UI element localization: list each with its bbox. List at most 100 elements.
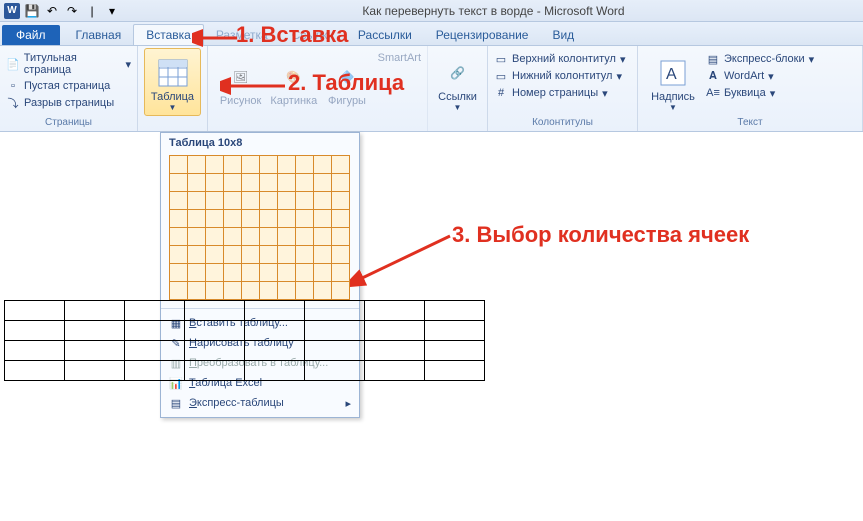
table-cell[interactable] [425,361,485,381]
table-cell[interactable] [305,321,365,341]
table-cell[interactable] [125,341,185,361]
dropdown-item[interactable]: ▤Экспресс-таблицы▸ [161,393,359,413]
grid-cell[interactable] [332,174,350,192]
grid-cell[interactable] [260,228,278,246]
save-icon[interactable]: 💾 [24,3,40,19]
table-cell[interactable] [65,301,125,321]
grid-cell[interactable] [332,282,350,300]
grid-cell[interactable] [260,174,278,192]
cover-page-button[interactable]: 📄 Титульная страница▾ [6,52,131,76]
grid-cell[interactable] [224,210,242,228]
table-cell[interactable] [365,341,425,361]
wordart-button[interactable]: 𝐀WordArt▾ [706,69,814,83]
grid-cell[interactable] [206,174,224,192]
grid-cell[interactable] [242,282,260,300]
grid-cell[interactable] [278,264,296,282]
grid-cell[interactable] [260,192,278,210]
grid-cell[interactable] [170,264,188,282]
grid-cell[interactable] [206,210,224,228]
grid-cell[interactable] [224,228,242,246]
table-cell[interactable] [185,301,245,321]
table-cell[interactable] [65,361,125,381]
grid-cell[interactable] [188,228,206,246]
grid-cell[interactable] [278,210,296,228]
tab-layout[interactable]: Разметка [204,25,280,45]
grid-cell[interactable] [224,264,242,282]
grid-cell[interactable] [314,174,332,192]
tab-mailings[interactable]: Рассылки [346,25,424,45]
table-cell[interactable] [125,361,185,381]
table-cell[interactable] [185,321,245,341]
redo-icon[interactable]: ↷ [64,3,80,19]
tab-home[interactable]: Главная [64,25,134,45]
grid-cell[interactable] [242,264,260,282]
table-cell[interactable] [5,361,65,381]
grid-cell[interactable] [260,264,278,282]
grid-cell[interactable] [242,246,260,264]
grid-cell[interactable] [332,228,350,246]
pagenum-button[interactable]: #Номер страницы▾ [494,86,625,100]
grid-cell[interactable] [314,228,332,246]
quickparts-button[interactable]: ▤Экспресс-блоки▾ [706,52,814,66]
grid-cell[interactable] [206,228,224,246]
grid-cell[interactable] [188,282,206,300]
tab-insert[interactable]: Вставка [133,24,204,45]
grid-cell[interactable] [278,192,296,210]
grid-cell[interactable] [314,210,332,228]
grid-cell[interactable] [332,156,350,174]
shapes-button[interactable]: 🔷 Фигуры [320,48,373,116]
grid-cell[interactable] [278,228,296,246]
table-cell[interactable] [185,341,245,361]
table-cell[interactable] [425,301,485,321]
table-cell[interactable] [365,321,425,341]
tab-file[interactable]: Файл [2,25,60,45]
grid-cell[interactable] [260,210,278,228]
grid-cell[interactable] [296,228,314,246]
grid-cell[interactable] [206,156,224,174]
grid-cell[interactable] [314,246,332,264]
grid-cell[interactable] [188,264,206,282]
grid-cell[interactable] [170,282,188,300]
grid-cell[interactable] [260,246,278,264]
grid-cell[interactable] [296,156,314,174]
grid-cell[interactable] [206,264,224,282]
smartart-button[interactable]: SmartArt [378,52,421,64]
table-cell[interactable] [65,341,125,361]
page-break-button[interactable]: ⤵ Разрыв страницы [6,96,131,110]
grid-cell[interactable] [224,246,242,264]
grid-cell[interactable] [278,174,296,192]
grid-cell[interactable] [296,246,314,264]
table-cell[interactable] [5,341,65,361]
table-cell[interactable] [245,341,305,361]
grid-cell[interactable] [242,192,260,210]
grid-cell[interactable] [296,282,314,300]
grid-cell[interactable] [188,156,206,174]
grid-cell[interactable] [224,156,242,174]
grid-cell[interactable] [242,228,260,246]
grid-cell[interactable] [296,210,314,228]
grid-cell[interactable] [224,192,242,210]
grid-cell[interactable] [278,282,296,300]
grid-cell[interactable] [314,264,332,282]
undo-icon[interactable]: ↶ [44,3,60,19]
table-cell[interactable] [365,361,425,381]
table-cell[interactable] [305,301,365,321]
grid-cell[interactable] [332,210,350,228]
table-grid-picker[interactable] [161,153,359,308]
inserted-table[interactable] [4,300,485,381]
table-cell[interactable] [305,341,365,361]
grid-cell[interactable] [170,192,188,210]
textbox-button[interactable]: A Надпись ▼ [644,48,702,116]
grid-cell[interactable] [188,174,206,192]
tab-review[interactable]: Рецензирование [424,25,541,45]
table-cell[interactable] [245,321,305,341]
header-button[interactable]: ▭Верхний колонтитул▾ [494,52,625,66]
grid-cell[interactable] [206,282,224,300]
footer-button[interactable]: ▭Нижний колонтитул▾ [494,69,625,83]
grid-cell[interactable] [296,174,314,192]
grid-cell[interactable] [170,246,188,264]
tab-references[interactable]: Ссылки [280,25,346,45]
table-cell[interactable] [125,301,185,321]
qat-dropdown-icon[interactable]: ▾ [104,3,120,19]
grid-cell[interactable] [188,246,206,264]
